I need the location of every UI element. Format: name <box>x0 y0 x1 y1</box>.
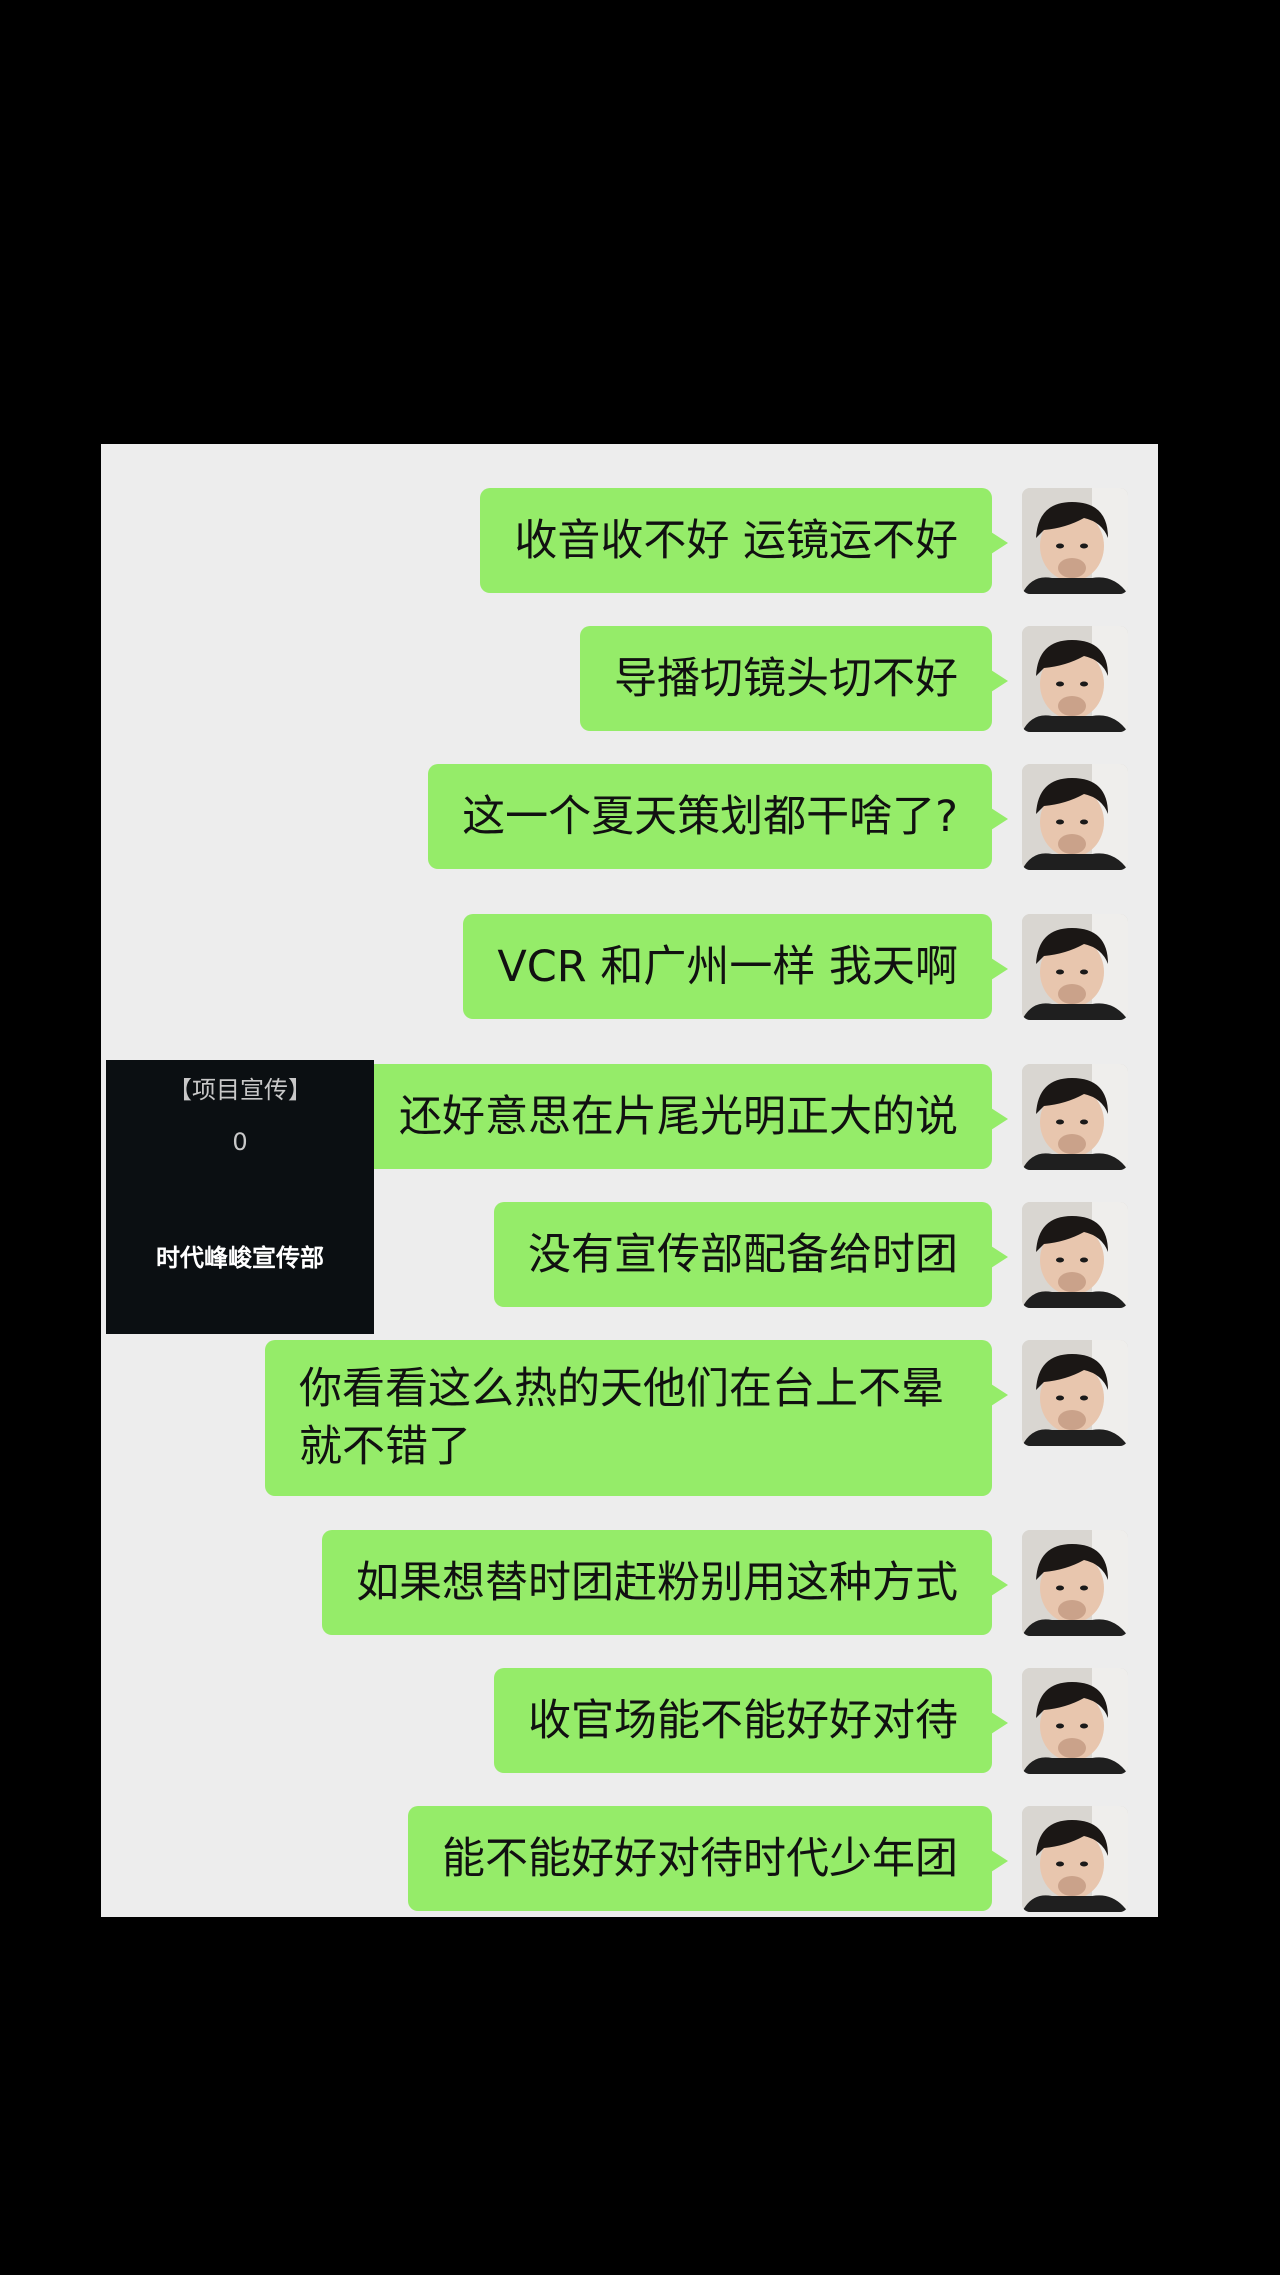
user-avatar-icon[interactable] <box>1022 914 1128 1020</box>
message-bubble[interactable]: 没有宣传部配备给时团 <box>494 1202 1008 1307</box>
message-bubble[interactable]: 收官场能不能好好对待 <box>494 1668 1008 1773</box>
message-row: 还好意思在片尾光明正大的说 <box>365 1064 1128 1170</box>
user-avatar-icon[interactable] <box>1022 1202 1128 1308</box>
message-bubble[interactable]: 如果想替时团赶粉别用这种方式 <box>322 1530 1008 1635</box>
user-avatar-icon[interactable] <box>1022 1530 1128 1636</box>
message-row: 没有宣传部配备给时团 <box>494 1202 1128 1308</box>
message-bubble[interactable]: 你看看这么热的天他们在台上不晕就不错了 <box>265 1340 1008 1496</box>
message-row: 导播切镜头切不好 <box>580 626 1128 732</box>
message-bubble[interactable]: VCR 和广州一样 我天啊 <box>463 914 1008 1019</box>
message-bubble[interactable]: 收音收不好 运镜运不好 <box>480 488 1008 593</box>
user-avatar-icon[interactable] <box>1022 1806 1128 1912</box>
overlay-tag: 【项目宣传】 <box>168 1076 312 1104</box>
overlay-count: 0 <box>232 1128 248 1156</box>
overlay-name: 时代峰峻宣传部 <box>156 1244 324 1272</box>
user-avatar-icon[interactable] <box>1022 488 1128 594</box>
message-row: VCR 和广州一样 我天啊 <box>463 914 1128 1020</box>
user-avatar-icon[interactable] <box>1022 626 1128 732</box>
message-bubble[interactable]: 这一个夏天策划都干啥了? <box>428 764 1008 869</box>
message-bubble[interactable]: 还好意思在片尾光明正大的说 <box>365 1064 1008 1169</box>
message-row: 收官场能不能好好对待 <box>494 1668 1128 1774</box>
message-bubble[interactable]: 导播切镜头切不好 <box>580 626 1008 731</box>
user-avatar-icon[interactable] <box>1022 1064 1128 1170</box>
message-bubble[interactable]: 能不能好好对待时代少年团 <box>408 1806 1008 1911</box>
message-row: 这一个夏天策划都干啥了? <box>428 764 1128 870</box>
message-row: 如果想替时团赶粉别用这种方式 <box>322 1530 1128 1636</box>
message-row: 能不能好好对待时代少年团 <box>408 1806 1128 1912</box>
user-avatar-icon[interactable] <box>1022 764 1128 870</box>
user-avatar-icon[interactable] <box>1022 1668 1128 1774</box>
message-row: 你看看这么热的天他们在台上不晕就不错了 <box>265 1340 1128 1496</box>
user-avatar-icon[interactable] <box>1022 1340 1128 1446</box>
promo-overlay-card: 【项目宣传】 0 时代峰峻宣传部 <box>106 1060 374 1334</box>
message-row: 收音收不好 运镜运不好 <box>480 488 1128 594</box>
